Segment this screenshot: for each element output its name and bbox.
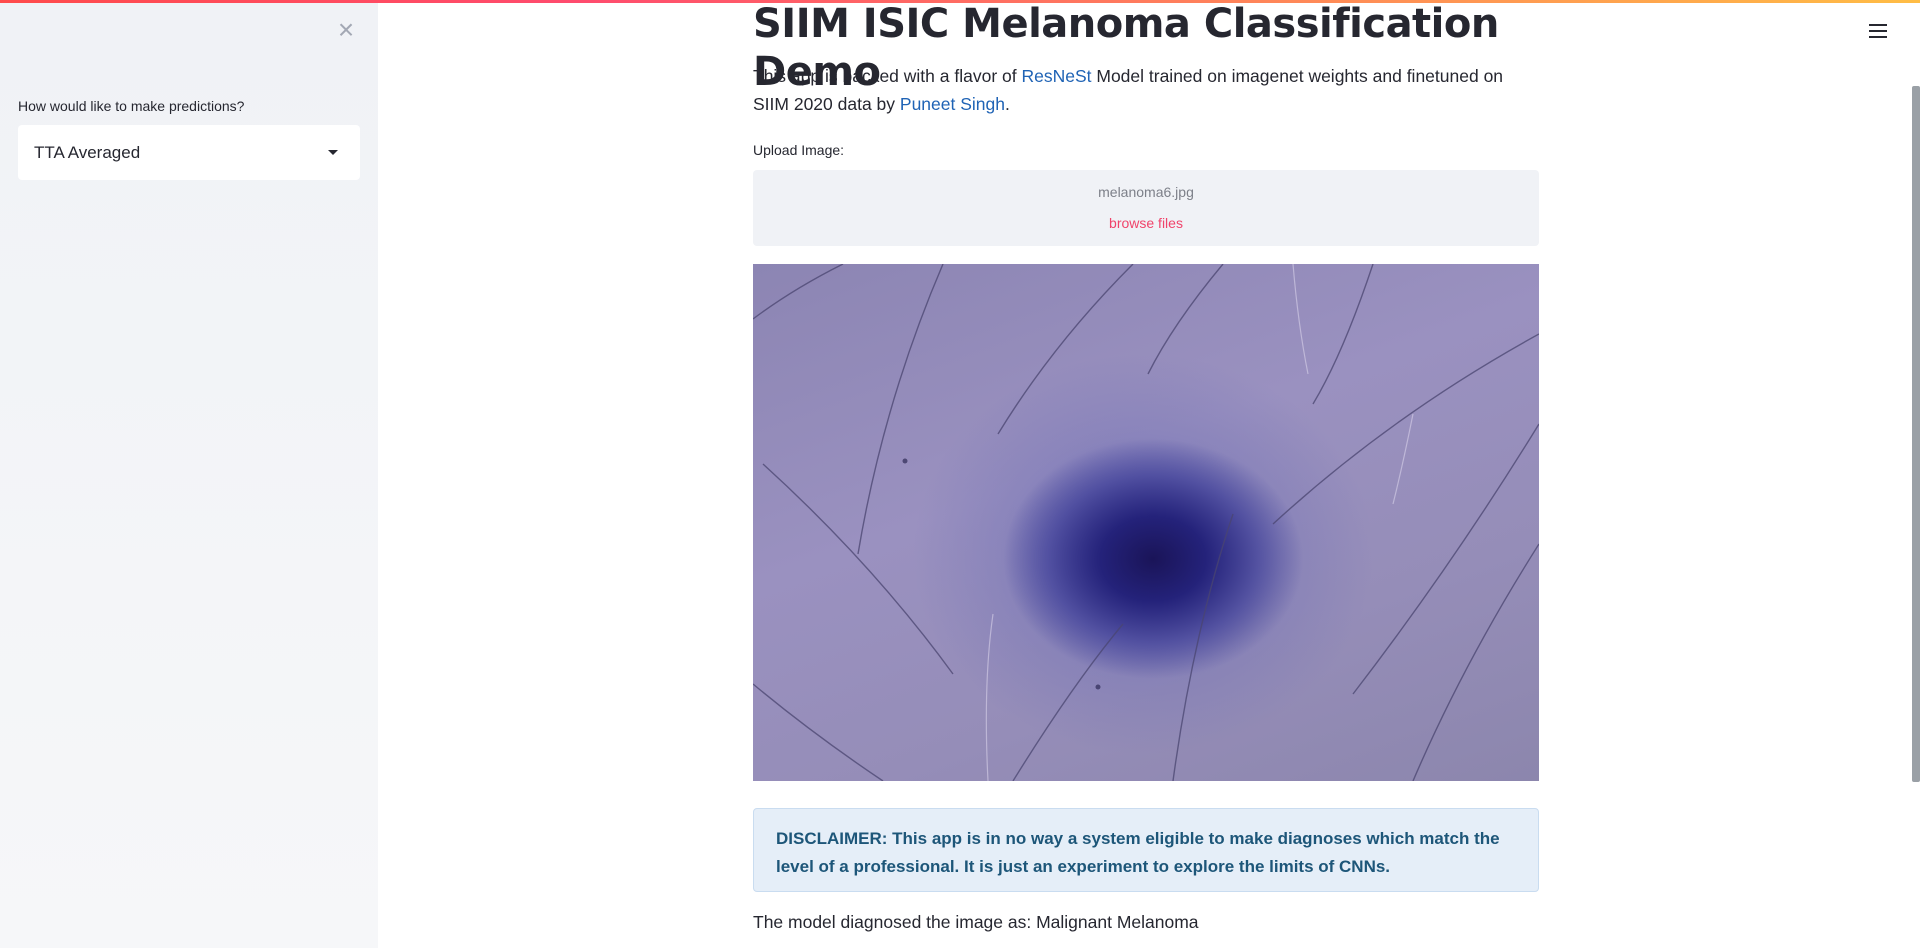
close-icon[interactable]: × xyxy=(334,16,358,44)
intro-suffix: . xyxy=(1005,94,1010,114)
intro-text: This app is backed with a flavor of ResN… xyxy=(753,62,1539,118)
disclaimer-alert: DISCLAIMER: This app is in no way a syst… xyxy=(753,808,1539,892)
scrollbar[interactable] xyxy=(1912,86,1920,782)
file-uploader[interactable]: melanoma6.jpg browse files xyxy=(753,170,1539,246)
intro-prefix: This app is backed with a flavor of xyxy=(753,66,1022,86)
chevron-down-icon xyxy=(328,150,338,155)
hamburger-menu-icon[interactable] xyxy=(1869,24,1887,40)
uploaded-file-name: melanoma6.jpg xyxy=(1098,184,1194,200)
uploaded-lesion-image xyxy=(753,264,1539,781)
browse-files-button[interactable]: browse files xyxy=(753,215,1539,231)
prediction-mode-value: TTA Averaged xyxy=(34,142,141,162)
prediction-mode-select[interactable]: TTA Averaged xyxy=(18,125,360,180)
top-accent-bar xyxy=(0,0,1920,3)
author-link[interactable]: Puneet Singh xyxy=(900,94,1005,114)
diagnosis-result: The model diagnosed the image as: Malign… xyxy=(753,912,1199,932)
upload-label: Upload Image: xyxy=(753,142,845,158)
sidebar: × How would like to make predictions? TT… xyxy=(0,0,378,948)
prediction-mode-label: How would like to make predictions? xyxy=(18,98,245,114)
resnest-link[interactable]: ResNeSt xyxy=(1021,66,1091,86)
